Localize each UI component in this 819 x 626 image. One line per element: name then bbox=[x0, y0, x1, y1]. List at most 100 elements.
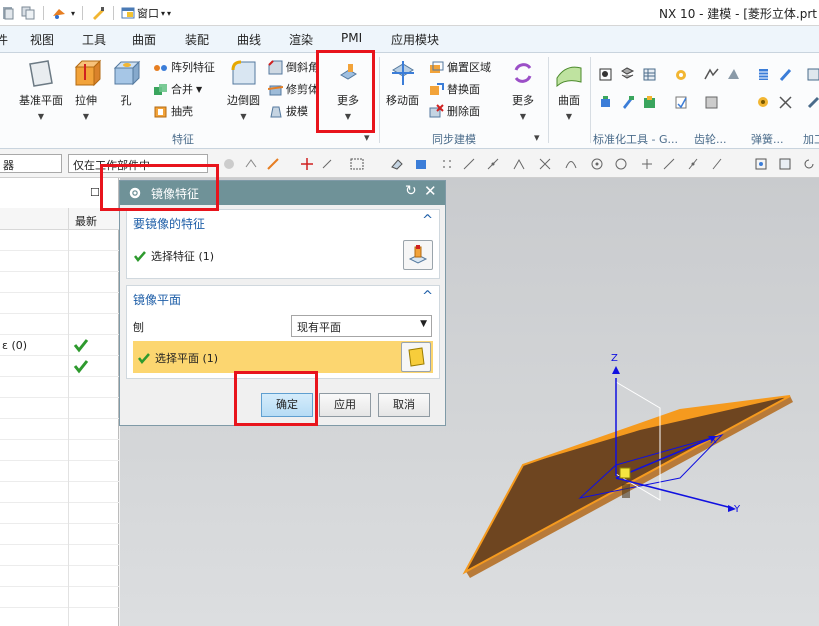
tab-file[interactable]: 件 bbox=[0, 31, 8, 48]
snap-icon[interactable] bbox=[244, 157, 258, 171]
chevron-up-icon[interactable]: ^ bbox=[422, 289, 433, 304]
spreadsheet-icon[interactable] bbox=[642, 67, 657, 82]
spring-edit-icon[interactable] bbox=[778, 67, 793, 82]
zoom-icon[interactable] bbox=[778, 157, 792, 171]
existing-point-icon[interactable] bbox=[640, 157, 654, 171]
select-plane-button[interactable] bbox=[401, 342, 431, 372]
midpoint-icon[interactable] bbox=[486, 157, 500, 171]
delete-face-button[interactable]: 删除面 bbox=[429, 103, 480, 119]
standard-part-icon[interactable] bbox=[598, 95, 613, 110]
part-family-icon[interactable] bbox=[620, 67, 635, 82]
gear-display-icon[interactable] bbox=[704, 95, 719, 110]
chevron-down-icon[interactable]: ▾ bbox=[71, 9, 75, 18]
point-on-face-icon[interactable] bbox=[686, 157, 700, 171]
section-header[interactable]: 要镜像的特征 ^ bbox=[127, 210, 439, 234]
table-row[interactable] bbox=[0, 293, 119, 314]
table-row[interactable] bbox=[0, 524, 119, 545]
window-menu[interactable]: 窗口 ▾ ▾ bbox=[121, 5, 171, 21]
table-row[interactable] bbox=[0, 272, 119, 293]
group-sync-expand-icon[interactable]: ▾ bbox=[534, 131, 540, 144]
table-row[interactable] bbox=[0, 377, 119, 398]
table-row[interactable] bbox=[0, 587, 119, 608]
machining-tool-icon[interactable] bbox=[806, 95, 819, 110]
rotate-view-icon[interactable] bbox=[802, 157, 816, 171]
hole-button[interactable]: 孔 bbox=[111, 58, 141, 108]
apply-button[interactable]: 应用 bbox=[319, 393, 371, 417]
command-finder-icon[interactable] bbox=[90, 5, 106, 21]
feature-tools-icon[interactable] bbox=[51, 5, 67, 21]
table-row[interactable] bbox=[0, 608, 119, 626]
copy-icon[interactable] bbox=[20, 5, 36, 21]
pattern-feature-button[interactable]: 阵列特征 bbox=[153, 59, 215, 75]
tab-assemblies[interactable]: 装配 bbox=[185, 31, 209, 48]
tab-curve[interactable]: 曲线 bbox=[237, 31, 261, 48]
cancel-button[interactable]: 取消 bbox=[378, 393, 430, 417]
curve-rule-icon[interactable] bbox=[266, 157, 280, 171]
point-on-curve-icon[interactable] bbox=[662, 157, 676, 171]
gear-tools-icon[interactable] bbox=[704, 67, 719, 82]
table-row[interactable] bbox=[0, 356, 119, 377]
select-plane-row[interactable]: 选择平面 (1) bbox=[133, 341, 433, 373]
table-row[interactable] bbox=[0, 461, 119, 482]
reuse-library-icon[interactable] bbox=[598, 67, 613, 82]
control-point-icon[interactable] bbox=[512, 157, 526, 171]
tab-pmi[interactable]: PMI bbox=[341, 31, 362, 45]
circle-point-icon[interactable] bbox=[614, 157, 628, 171]
more-sync-button[interactable]: 更多 ▼ bbox=[508, 58, 538, 121]
reset-icon[interactable]: ↻ bbox=[405, 183, 417, 199]
mold-base-icon[interactable] bbox=[642, 95, 657, 110]
bounded-grid-icon[interactable] bbox=[710, 157, 724, 171]
customize-dropdown-icon[interactable]: ▾ bbox=[167, 9, 171, 18]
draft-button[interactable]: 拔模 bbox=[268, 103, 308, 119]
quadrant-icon[interactable] bbox=[590, 157, 604, 171]
shell-button[interactable]: 抽壳 bbox=[153, 103, 193, 119]
gear-check-icon[interactable] bbox=[674, 95, 689, 110]
table-row[interactable] bbox=[0, 566, 119, 587]
spring-icon[interactable] bbox=[756, 67, 771, 82]
fit-view-icon[interactable] bbox=[754, 157, 768, 171]
trim-body-button[interactable]: 修剪体 bbox=[268, 81, 319, 97]
paste-icon[interactable] bbox=[0, 5, 16, 21]
tab-render[interactable]: 渲染 bbox=[289, 31, 313, 48]
chamfer-button[interactable]: 倒斜角 bbox=[268, 59, 319, 75]
table-row[interactable] bbox=[0, 251, 119, 272]
table-row[interactable] bbox=[0, 440, 119, 461]
fastener-icon[interactable] bbox=[620, 95, 635, 110]
table-row[interactable]: ε (0) bbox=[0, 335, 119, 356]
tab-view[interactable]: 视图 bbox=[30, 31, 54, 48]
spring-delete-icon[interactable] bbox=[778, 95, 793, 110]
dots-icon[interactable] bbox=[440, 157, 454, 171]
plane-option-dropdown[interactable]: 现有平面 ▼ bbox=[291, 315, 432, 337]
table-row[interactable] bbox=[0, 419, 119, 440]
type-filter-dropdown[interactable]: 器 bbox=[0, 154, 62, 173]
tab-tools[interactable]: 工具 bbox=[82, 31, 106, 48]
table-row[interactable] bbox=[0, 503, 119, 524]
column-latest-header[interactable]: 最新 bbox=[75, 213, 97, 229]
replace-face-button[interactable]: 替换面 bbox=[429, 81, 480, 97]
feature-block[interactable] bbox=[619, 467, 631, 479]
add-point-icon[interactable] bbox=[320, 157, 334, 171]
surface-button[interactable]: 曲面 ▼ bbox=[554, 58, 584, 121]
arc-center-icon[interactable] bbox=[564, 157, 578, 171]
close-icon[interactable]: ✕ bbox=[424, 182, 437, 200]
table-row[interactable] bbox=[0, 230, 119, 251]
move-face-button[interactable]: 移动面 bbox=[386, 58, 419, 108]
rectangle-select-icon[interactable] bbox=[350, 157, 364, 171]
extrude-button[interactable]: 拉伸 ▼ bbox=[71, 58, 101, 121]
select-feature-row[interactable]: 选择特征 (1) bbox=[133, 248, 214, 264]
navigator-maximize-icon[interactable]: ☐ bbox=[90, 186, 100, 199]
unite-button[interactable]: 合并 ▼ bbox=[153, 81, 202, 97]
gear-modeling-icon[interactable] bbox=[674, 67, 689, 82]
intersection-icon[interactable] bbox=[538, 157, 552, 171]
offset-region-button[interactable]: 偏置区域 bbox=[429, 59, 491, 75]
table-row[interactable] bbox=[0, 398, 119, 419]
table-row[interactable] bbox=[0, 545, 119, 566]
selection-intent-icon[interactable] bbox=[300, 157, 314, 171]
eraser-icon[interactable] bbox=[390, 157, 404, 171]
table-row[interactable] bbox=[0, 314, 119, 335]
tab-application[interactable]: 应用模块 bbox=[391, 31, 439, 48]
section-header[interactable]: 镜像平面 ^ bbox=[127, 286, 439, 310]
compression-spring-icon[interactable] bbox=[756, 95, 771, 110]
feature-filter-icon[interactable] bbox=[222, 157, 236, 171]
tab-surface[interactable]: 曲面 bbox=[132, 31, 156, 48]
